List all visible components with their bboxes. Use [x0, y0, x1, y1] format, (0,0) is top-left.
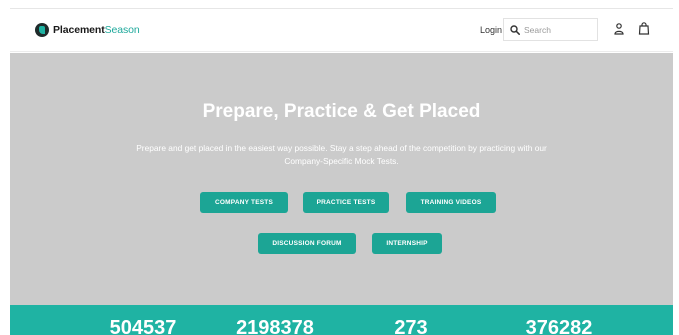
- search-input[interactable]: [524, 24, 594, 35]
- hero-subtitle: Prepare and get placed in the easiest wa…: [136, 143, 547, 166]
- search-icon[interactable]: [510, 24, 520, 35]
- company-tests-button[interactable]: COMPANY TESTS: [200, 192, 288, 213]
- login-link[interactable]: Login: [480, 25, 502, 35]
- brand-logo[interactable]: PlacementSeason: [35, 23, 140, 37]
- training-videos-button[interactable]: TRAINING VIDEOS: [406, 192, 496, 213]
- search-box[interactable]: [503, 18, 598, 41]
- stats-band: 504537 2198378 273 376282: [10, 305, 673, 335]
- cart-icon[interactable]: [638, 22, 650, 35]
- hero-section: Prepare, Practice & Get Placed Prepare a…: [10, 53, 673, 305]
- site-header: PlacementSeason Login: [10, 8, 673, 52]
- brand-name-accent: Season: [104, 24, 140, 36]
- stat-value: 504537: [109, 317, 177, 335]
- practice-tests-button[interactable]: PRACTICE TESTS: [303, 192, 389, 213]
- page-margin-left: [0, 0, 10, 335]
- logo-icon: [35, 23, 49, 37]
- discussion-forum-button[interactable]: DISCUSSION FORUM: [258, 233, 356, 254]
- user-icon[interactable]: [614, 23, 624, 35]
- stat-value: 376282: [525, 317, 593, 335]
- internship-button[interactable]: INTERNSHIP: [372, 233, 442, 254]
- stat-value: 273: [394, 317, 428, 335]
- hero-title: Prepare, Practice & Get Placed: [202, 101, 481, 122]
- brand-name: PlacementSeason: [53, 24, 140, 36]
- brand-name-primary: Placement: [53, 24, 105, 36]
- stat-value: 2198378: [236, 317, 314, 335]
